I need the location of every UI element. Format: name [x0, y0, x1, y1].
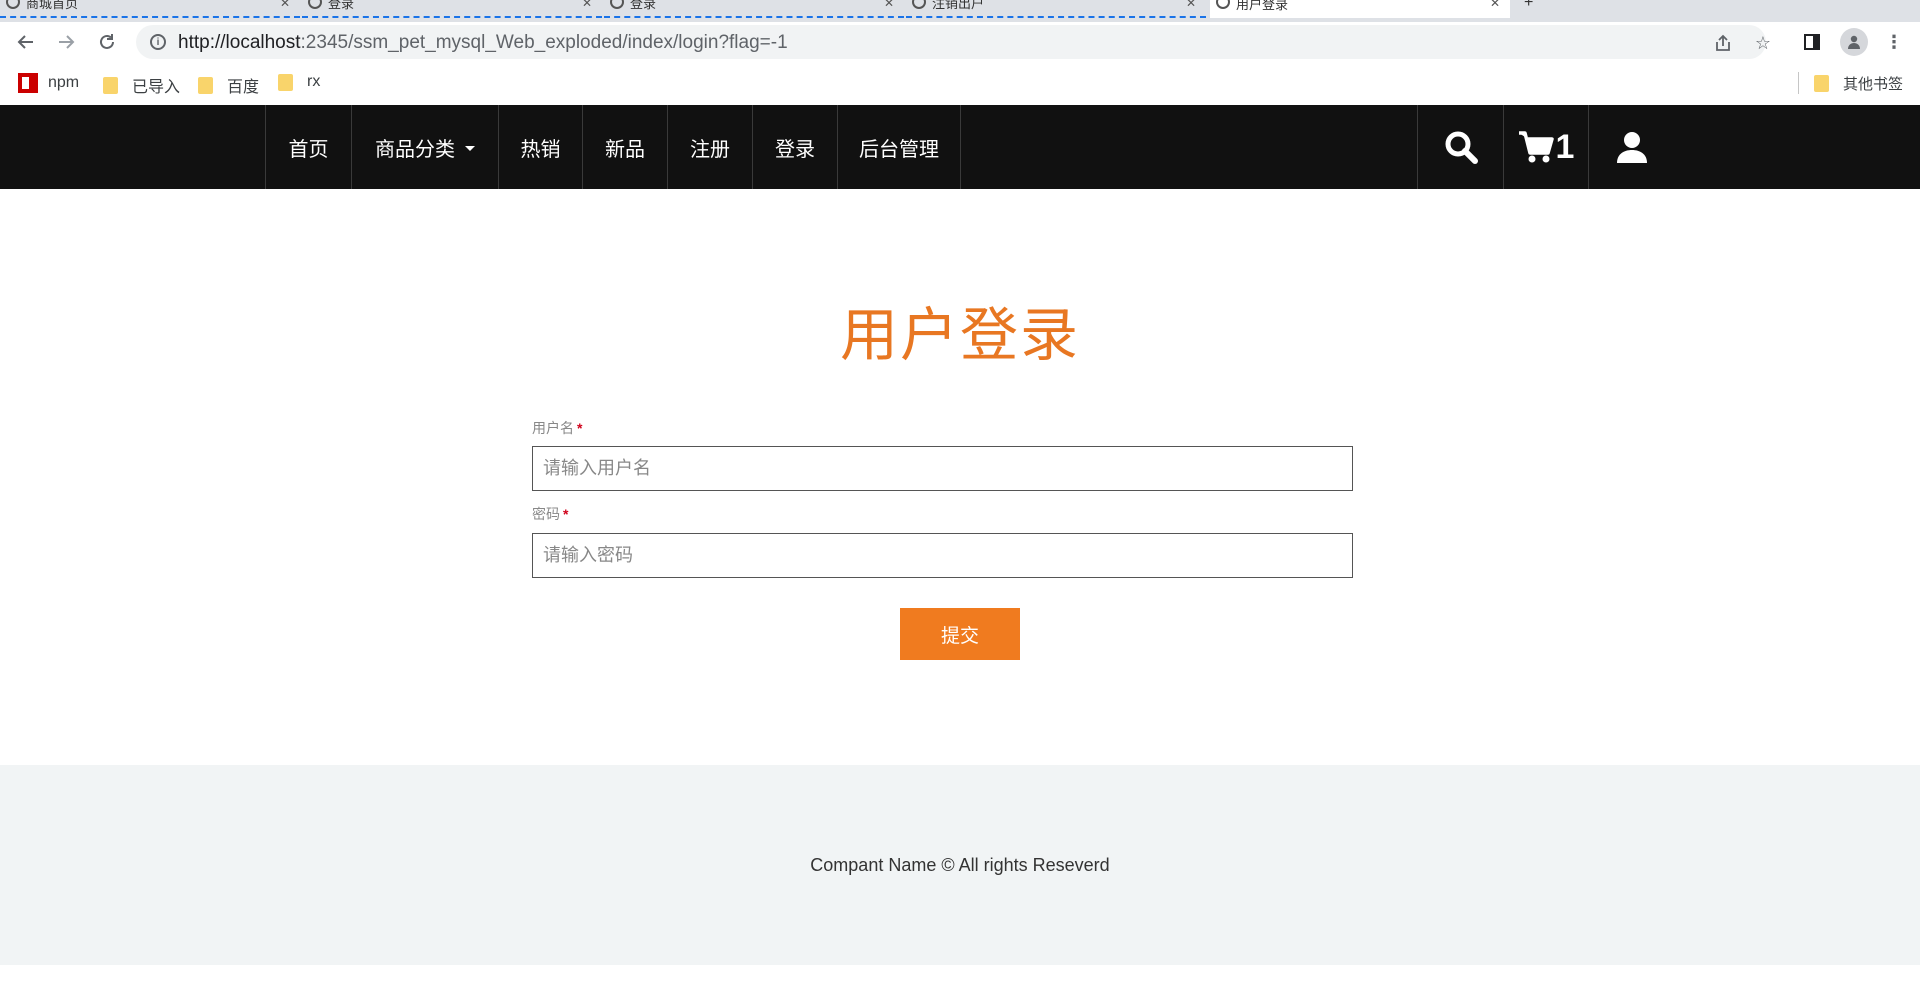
browser-tab-active[interactable]: 用户登录 ✕	[1210, 0, 1510, 18]
nav-item-categories[interactable]: 商品分类	[351, 105, 498, 189]
search-icon	[1445, 131, 1478, 164]
arrow-right-icon	[59, 35, 75, 49]
folder-icon	[198, 76, 213, 94]
bookmark-imported[interactable]: 已导入	[103, 73, 180, 97]
bookmark-label: npm	[48, 74, 80, 91]
tab-title: 登录	[328, 0, 355, 11]
forward-button[interactable]	[52, 28, 80, 56]
required-mark: *	[577, 420, 583, 436]
browser-tab[interactable]: 登录 ✕	[302, 0, 602, 18]
folder-icon	[103, 76, 118, 94]
password-label-text: 密码	[532, 506, 560, 522]
close-icon[interactable]: ✕	[582, 0, 592, 10]
browser-tabstrip: 商城首页 ✕ 登录 ✕ 登录 ✕ 注销出户 ✕ 用户登录 ✕ +	[0, 0, 1920, 22]
required-mark: *	[563, 506, 569, 522]
nav-label: 新品	[605, 138, 645, 161]
star-icon[interactable]: ☆	[1752, 32, 1774, 54]
nav-item-login[interactable]: 登录	[752, 105, 837, 189]
globe-icon	[1216, 0, 1230, 9]
folder-icon	[1814, 75, 1829, 92]
username-label: 用户名 *	[532, 418, 582, 438]
user-icon	[1616, 132, 1647, 163]
tab-title: 注销出户	[932, 0, 985, 11]
cart-icon	[1518, 131, 1554, 163]
nav-label: 首页	[288, 138, 329, 161]
nav-label: 注册	[690, 138, 730, 161]
folder-icon	[278, 73, 293, 91]
npm-icon	[18, 73, 38, 93]
back-button[interactable]	[12, 28, 40, 56]
page-title: 用户登录	[839, 303, 1080, 368]
user-button[interactable]	[1588, 105, 1674, 189]
footer-copyright: Compant Name © All rights Reseverd	[810, 855, 1110, 875]
bookmark-other[interactable]: 其他书签	[1814, 73, 1903, 94]
password-label: 密码 *	[532, 504, 568, 524]
url-text[interactable]: http://localhost:2345/ssm_pet_mysql_Web_…	[178, 32, 788, 54]
globe-icon	[308, 0, 322, 9]
nav-label: 登录	[775, 138, 815, 161]
bookmark-npm[interactable]: npm	[18, 73, 79, 93]
close-icon[interactable]: ✕	[1490, 0, 1500, 10]
close-icon[interactable]: ✕	[884, 0, 894, 10]
nav-item-hot[interactable]: 热销	[498, 105, 582, 189]
bookmark-label: 百度	[227, 79, 260, 96]
nav-item-register[interactable]: 注册	[667, 105, 752, 189]
bookmarks-bar: npm 已导入 百度 rx 其他书签	[0, 62, 1920, 104]
nav-label: 热销	[520, 138, 561, 161]
reload-icon	[100, 34, 114, 49]
cart-button[interactable]: 1	[1503, 105, 1588, 189]
submit-button[interactable]: 提交	[900, 608, 1020, 660]
profile-icon[interactable]	[1840, 28, 1868, 56]
nav-item-admin[interactable]: 后台管理	[837, 105, 961, 189]
username-label-text: 用户名	[532, 420, 574, 436]
bookmark-label: 其他书签	[1843, 76, 1904, 93]
bookmark-label: 已导入	[132, 79, 181, 96]
search-button[interactable]	[1417, 105, 1503, 189]
plus-icon: +	[1524, 0, 1534, 11]
footer: Compant Name © All rights Reseverd	[0, 765, 1920, 965]
site-navbar: 首页 商品分类 热销 新品 注册 登录 后台管理 1	[0, 105, 1920, 189]
caret-down-icon	[465, 145, 475, 151]
username-input[interactable]	[532, 446, 1353, 491]
globe-icon	[6, 0, 20, 9]
tab-title: 商城首页	[26, 0, 79, 11]
browser-toolbar: i http://localhost:2345/ssm_pet_mysql_We…	[0, 22, 1920, 62]
bookmark-divider	[1798, 72, 1799, 94]
bookmark-rx[interactable]: rx	[278, 73, 320, 91]
close-icon[interactable]: ✕	[1186, 0, 1196, 10]
new-tab-button[interactable]: +	[1512, 0, 1552, 18]
share-icon[interactable]	[1712, 32, 1734, 54]
sidepanel-icon[interactable]	[1800, 30, 1824, 54]
nav-label: 商品分类	[375, 138, 455, 161]
url-path: :2345/ssm_pet_mysql_Web_exploded/index/l…	[300, 32, 788, 53]
close-icon[interactable]: ✕	[280, 0, 290, 10]
globe-icon	[610, 0, 624, 9]
nav-item-new[interactable]: 新品	[582, 105, 667, 189]
browser-tab[interactable]: 登录 ✕	[604, 0, 904, 18]
reload-button[interactable]	[93, 28, 121, 56]
tab-title: 用户登录	[1236, 0, 1289, 12]
kebab-menu-icon[interactable]: ⋮	[1882, 30, 1906, 54]
cart-count: 1	[1555, 127, 1575, 166]
nav-item-home[interactable]: 首页	[265, 105, 351, 189]
tab-title: 登录	[630, 0, 657, 11]
bookmark-label: rx	[307, 73, 321, 90]
bookmark-baidu[interactable]: 百度	[198, 73, 259, 97]
globe-icon	[912, 0, 926, 9]
browser-tab[interactable]: 注销出户 ✕	[906, 0, 1206, 18]
password-input[interactable]	[532, 533, 1353, 578]
nav-label: 后台管理	[859, 138, 939, 161]
info-icon[interactable]: i	[150, 34, 166, 50]
address-bar[interactable]: i http://localhost:2345/ssm_pet_mysql_We…	[136, 25, 1771, 59]
arrow-left-icon	[17, 35, 33, 49]
browser-tab[interactable]: 商城首页 ✕	[0, 0, 300, 18]
url-host: http://localhost	[178, 32, 301, 53]
